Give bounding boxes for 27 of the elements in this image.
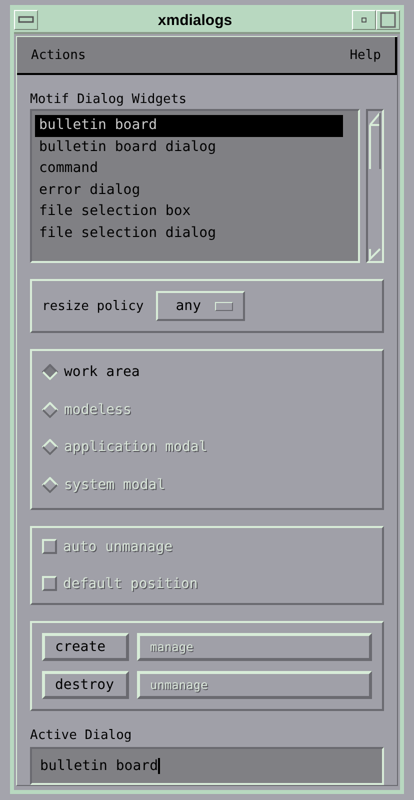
option-menu[interactable]: any: [156, 291, 246, 321]
menu-item[interactable]: Actions: [29, 46, 88, 64]
radio-label: system modal: [64, 476, 166, 492]
window-menu-icon[interactable]: [14, 10, 38, 30]
list-item[interactable]: file selection dialog: [35, 222, 355, 244]
radio-button[interactable]: [42, 364, 58, 380]
maximize-icon[interactable]: [376, 10, 400, 30]
checkbox-label: auto unmanage: [63, 538, 173, 554]
push-button[interactable]: create: [42, 632, 129, 660]
menu-item[interactable]: Help: [348, 46, 383, 64]
resize-policy-label: resize policy: [42, 298, 144, 314]
list-item[interactable]: bulletin board dialog: [35, 136, 355, 158]
field-label: Active Dialog: [30, 728, 132, 742]
minimize-icon[interactable]: [352, 10, 376, 30]
list-item[interactable]: file selection box: [35, 201, 355, 222]
list-item[interactable]: command: [35, 158, 355, 180]
scroll-bar[interactable]: [366, 109, 384, 263]
radio-label: work area: [64, 364, 140, 380]
radio-label: application modal: [64, 439, 208, 455]
window-title: xmdialogs: [156, 12, 234, 28]
list-label: Motif Dialog Widgets: [30, 92, 187, 107]
list-item[interactable]: error dialog: [35, 180, 355, 201]
radio-label: modeless: [64, 402, 132, 418]
push-button[interactable]: destroy: [42, 670, 129, 698]
checkbox-label: default position: [63, 576, 198, 592]
active-dialog-field[interactable]: bulletin board: [30, 746, 384, 784]
list-item[interactable]: bulletin board: [35, 115, 343, 136]
